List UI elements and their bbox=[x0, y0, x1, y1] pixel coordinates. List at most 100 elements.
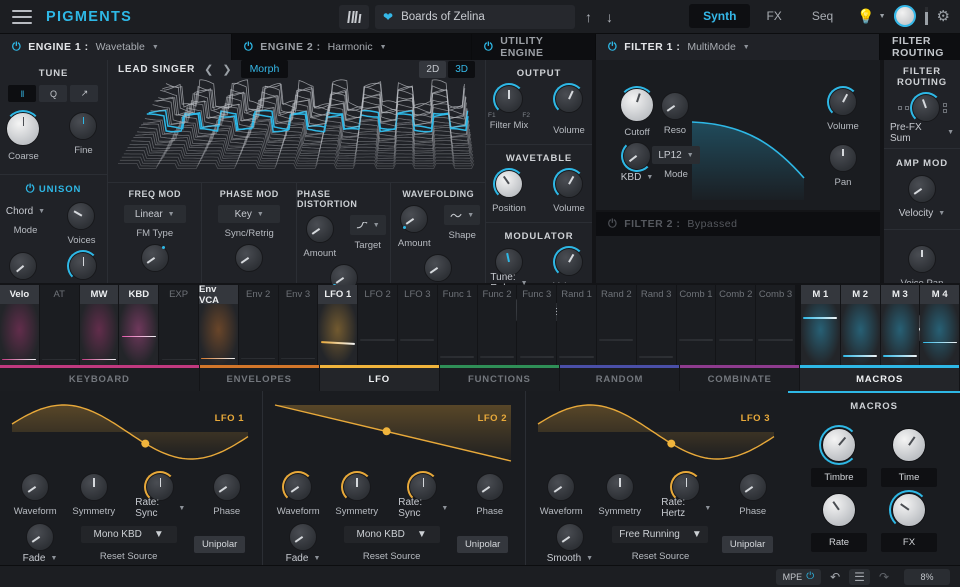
power-icon[interactable]: ⏻ bbox=[608, 41, 617, 54]
macro-rate-knob[interactable] bbox=[822, 493, 856, 527]
lfo-reset-source-select[interactable]: Free Running▼ bbox=[612, 526, 708, 543]
lightbulb-icon[interactable]: 💡 bbox=[857, 8, 874, 25]
lfo-reset-source-select[interactable]: Mono KBD▼ bbox=[344, 526, 440, 543]
macro-timbre-knob[interactable] bbox=[822, 428, 856, 462]
tab-utility-engine[interactable]: ⏻ UTILITY ENGINE bbox=[472, 34, 596, 60]
macro-name-button[interactable]: Timbre bbox=[811, 468, 867, 487]
modulator-volume-knob[interactable] bbox=[555, 248, 583, 276]
filter-pan-knob[interactable] bbox=[829, 144, 857, 172]
macro-name-button[interactable]: Rate bbox=[811, 533, 867, 552]
list-menu-icon[interactable]: ☰ bbox=[849, 569, 870, 585]
chevron-down-icon[interactable]: ▼ bbox=[50, 555, 57, 562]
mod-slot-lfo-3[interactable]: LFO 3 bbox=[398, 285, 437, 365]
mod-slot-comb-2[interactable]: Comb 2 bbox=[716, 285, 755, 365]
mod-slot-func-1[interactable]: Func 1 bbox=[438, 285, 477, 365]
phase-mod-amount-knob[interactable] bbox=[235, 244, 263, 272]
unison-mode-select[interactable]: Chord ▼ bbox=[0, 202, 51, 220]
mod-slot-env-vca[interactable]: Env VCA bbox=[199, 285, 238, 365]
chevron-down-icon[interactable]: ▼ bbox=[687, 152, 694, 159]
lfo-reset-source-select[interactable]: Mono KBD▼ bbox=[81, 526, 177, 543]
wavetable-position-knob[interactable] bbox=[495, 170, 523, 198]
playlist-bars-icon[interactable] bbox=[339, 5, 369, 29]
glide-button[interactable]: ↗ bbox=[70, 85, 98, 102]
wavetable-volume-knob[interactable] bbox=[555, 170, 583, 198]
mod-slot-kbd[interactable]: KBD bbox=[119, 285, 158, 365]
unison-voices-knob[interactable] bbox=[67, 202, 95, 230]
chevron-down-icon[interactable]: ▼ bbox=[879, 13, 886, 20]
power-icon[interactable]: ⏻ bbox=[608, 218, 617, 231]
tab-filter-routing[interactable]: FILTER ROUTING bbox=[880, 34, 960, 60]
lfo-symmetry-knob[interactable] bbox=[606, 473, 634, 501]
category-tab-keyboard[interactable]: KEYBOARD bbox=[0, 365, 199, 391]
lfo-fade-knob[interactable] bbox=[26, 523, 54, 551]
chevron-down-icon[interactable]: ▼ bbox=[467, 212, 474, 219]
filter-mode-select[interactable]: LP12 ▼ bbox=[652, 146, 700, 164]
unison-stereo-knob[interactable] bbox=[69, 252, 97, 280]
chevron-down-icon[interactable]: ▼ bbox=[441, 505, 448, 512]
filter-routing-select[interactable]: Pre-FX Sum ▼ bbox=[884, 125, 960, 140]
tab-filter-1[interactable]: ⏻ FILTER 1 : MultiMode ▼ bbox=[596, 34, 880, 60]
lfo-waveform-knob[interactable] bbox=[284, 473, 312, 501]
lfo-waveform-knob[interactable] bbox=[547, 473, 575, 501]
redo-arrow-icon[interactable]: ↷ bbox=[874, 570, 894, 584]
category-tab-envelopes[interactable]: ENVELOPES bbox=[200, 365, 319, 391]
tab-synth[interactable]: Synth bbox=[689, 4, 750, 28]
filter-mix-knob[interactable] bbox=[495, 85, 523, 113]
filter-kbd-knob[interactable] bbox=[623, 142, 651, 170]
cutoff-knob[interactable] bbox=[620, 88, 654, 122]
category-tab-lfo[interactable]: LFO bbox=[320, 365, 439, 391]
category-tab-random[interactable]: RANDOM bbox=[560, 365, 679, 391]
lfo-polarity-button[interactable]: Unipolar bbox=[457, 536, 508, 553]
lfo-rate-select[interactable]: Rate: Sync▼ bbox=[129, 501, 191, 515]
amp-mod-select[interactable]: Velocity ▼ bbox=[893, 206, 951, 221]
lfo-phase-knob[interactable] bbox=[213, 473, 241, 501]
voice-pan-knob[interactable] bbox=[908, 245, 936, 273]
chevron-down-icon[interactable]: ▼ bbox=[938, 210, 945, 217]
mod-slot-velo[interactable]: Velo bbox=[0, 285, 39, 365]
output-volume-knob[interactable] bbox=[555, 85, 583, 113]
chevron-down-icon[interactable]: ▼ bbox=[947, 129, 954, 136]
mod-slot-rand-3[interactable]: Rand 3 bbox=[637, 285, 676, 365]
morph-button[interactable]: Morph bbox=[241, 60, 289, 78]
lfo-rate-select[interactable]: Rate: Sync▼ bbox=[392, 501, 454, 515]
coarse-knob[interactable] bbox=[6, 112, 40, 146]
lfo-phase-knob[interactable] bbox=[476, 473, 504, 501]
lfo-phase-knob[interactable] bbox=[739, 473, 767, 501]
macro-fx-knob[interactable] bbox=[892, 493, 926, 527]
chevron-down-icon[interactable]: ▼ bbox=[38, 208, 45, 215]
category-tab-functions[interactable]: FUNCTIONS bbox=[440, 365, 559, 391]
fm-type-select[interactable]: Linear ▼ bbox=[124, 205, 186, 223]
fine-knob[interactable] bbox=[69, 112, 97, 140]
tab-engine-2[interactable]: ⏻ ENGINE 2 : Harmonic ▼ bbox=[232, 34, 472, 60]
category-tab-macros[interactable]: MACROS bbox=[800, 365, 959, 391]
lfo-polarity-button[interactable]: Unipolar bbox=[194, 536, 245, 553]
chevron-down-icon[interactable]: ▼ bbox=[373, 222, 380, 229]
chevron-down-icon[interactable]: ▼ bbox=[313, 555, 320, 562]
amp-mod-knob[interactable] bbox=[908, 175, 936, 203]
power-icon[interactable]: ⏻ bbox=[26, 183, 36, 195]
mod-slot-rand-1[interactable]: Rand 1 bbox=[557, 285, 596, 365]
lfo-rate-select[interactable]: Rate: Hertz▼ bbox=[655, 501, 717, 515]
chevron-left-icon[interactable]: ❮ bbox=[204, 63, 213, 76]
unison-chord-knob[interactable] bbox=[9, 252, 37, 280]
gear-icon[interactable]: ⚙ bbox=[937, 7, 950, 25]
chevron-down-icon[interactable]: ▼ bbox=[152, 44, 159, 51]
mod-slot-rand-2[interactable]: Rand 2 bbox=[597, 285, 636, 365]
wavefolding-amount-knob[interactable] bbox=[400, 205, 428, 233]
tab-seq[interactable]: Seq bbox=[798, 4, 847, 28]
chevron-down-icon[interactable]: ▼ bbox=[743, 44, 750, 51]
view-3d-button[interactable]: 3D bbox=[448, 61, 475, 78]
chevron-down-icon[interactable]: ▼ bbox=[257, 211, 264, 218]
mod-slot-mw[interactable]: MW bbox=[80, 285, 119, 365]
lfo-fade-select[interactable]: Fade▼ bbox=[280, 551, 327, 565]
power-icon[interactable]: ⏻ bbox=[806, 571, 814, 582]
chevron-down-icon[interactable]: ▼ bbox=[586, 555, 593, 562]
chevron-down-icon[interactable]: ▼ bbox=[704, 505, 711, 512]
reso-knob[interactable] bbox=[661, 92, 689, 120]
tab-engine-1[interactable]: ⏻ ENGINE 1 : Wavetable ▼ bbox=[0, 34, 232, 60]
lfo-symmetry-knob[interactable] bbox=[343, 473, 371, 501]
mod-slot-comb-3[interactable]: Comb 3 bbox=[756, 285, 795, 365]
power-icon[interactable]: ⏻ bbox=[484, 41, 493, 54]
chevron-down-icon[interactable]: ▼ bbox=[417, 529, 427, 540]
mod-slot-at[interactable]: AT bbox=[40, 285, 79, 365]
